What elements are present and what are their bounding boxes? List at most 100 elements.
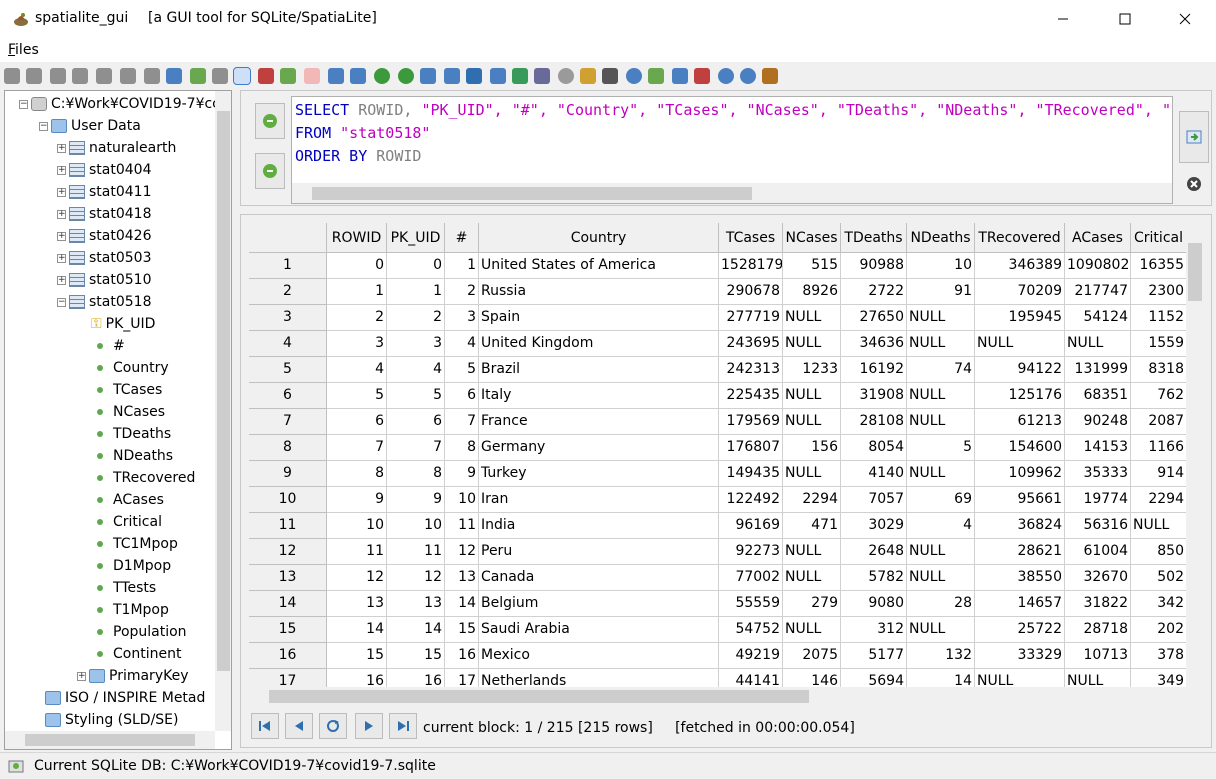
query-history-back-button[interactable] [255, 103, 285, 139]
grid-cell[interactable]: 8318 [1131, 357, 1186, 383]
grid-cell[interactable]: 16355 [1131, 253, 1186, 279]
pdf-icon[interactable] [694, 68, 710, 84]
grid-cell[interactable]: 9080 [841, 591, 907, 617]
grid-cell[interactable]: 346389 [975, 253, 1065, 279]
grid-cell[interactable]: 10713 [1065, 643, 1131, 669]
grid-cell[interactable]: NULL [783, 383, 841, 409]
grid-cell[interactable]: 70209 [975, 279, 1065, 305]
tree-horizontal-scrollbar[interactable] [5, 731, 215, 749]
column-header[interactable]: Critical [1131, 223, 1186, 253]
row-header[interactable]: 6 [249, 383, 327, 409]
export-dbf-icon[interactable] [490, 68, 506, 84]
grid-cell[interactable]: 8054 [841, 435, 907, 461]
grid-cell[interactable]: 2087 [1131, 409, 1186, 435]
grid-cell[interactable]: NULL [907, 539, 975, 565]
grid-cell[interactable]: 5 [327, 383, 387, 409]
grid-cell[interactable]: 1090802 [1065, 253, 1131, 279]
expand-icon[interactable]: + [57, 143, 66, 153]
grid-cell[interactable]: 4 [445, 331, 479, 357]
grid-cell[interactable]: NULL [783, 617, 841, 643]
grid-cell[interactable]: 4 [387, 357, 445, 383]
grid-cell[interactable]: Turkey [479, 461, 719, 487]
grid-cell[interactable]: 290678 [719, 279, 783, 305]
expand-icon[interactable]: + [57, 253, 66, 263]
tree-column-item[interactable]: # [93, 335, 125, 357]
grid-cell[interactable]: 68351 [1065, 383, 1131, 409]
grid-cell[interactable]: 8 [327, 461, 387, 487]
grid-cell[interactable]: Italy [479, 383, 719, 409]
tree-table-stat0404[interactable]: + stat0404 [57, 159, 151, 181]
grid-cell[interactable]: 31822 [1065, 591, 1131, 617]
memory-db-icon[interactable] [72, 68, 88, 84]
grid-cell[interactable]: NULL [907, 383, 975, 409]
grid-cell[interactable]: 55559 [719, 591, 783, 617]
grid-cell[interactable]: United Kingdom [479, 331, 719, 357]
grid-cell[interactable]: 850 [1131, 539, 1186, 565]
grid-cell[interactable]: 10 [387, 513, 445, 539]
tree-primary-key[interactable]: + PrimaryKey [77, 665, 188, 687]
grid-cell[interactable]: Belgium [479, 591, 719, 617]
checker-icon[interactable] [648, 68, 664, 84]
grid-cell[interactable]: 35333 [1065, 461, 1131, 487]
expand-icon[interactable]: + [77, 671, 86, 681]
grid-cell[interactable]: 914 [1131, 461, 1186, 487]
grid-cell[interactable]: 1166 [1131, 435, 1186, 461]
grid-cell[interactable]: 90988 [841, 253, 907, 279]
row-header[interactable]: 8 [249, 435, 327, 461]
tree-table-stat0426[interactable]: + stat0426 [57, 225, 151, 247]
dump-icon[interactable] [534, 68, 550, 84]
grid-cell[interactable]: 1 [387, 279, 445, 305]
grid-cell[interactable]: 3 [327, 331, 387, 357]
grid-cell[interactable]: 14153 [1065, 435, 1131, 461]
virtual-shp-icon[interactable] [212, 68, 228, 84]
grid-cell[interactable]: 95661 [975, 487, 1065, 513]
grid-cell[interactable]: 16192 [841, 357, 907, 383]
grid-vscroll-thumb[interactable] [1188, 243, 1202, 301]
wms-icon[interactable] [626, 68, 642, 84]
grid-cell[interactable]: Saudi Arabia [479, 617, 719, 643]
exit-icon[interactable] [762, 68, 778, 84]
previous-block-button[interactable] [285, 713, 313, 739]
column-header[interactable]: NCases [783, 223, 841, 253]
grid-cell[interactable]: 5782 [841, 565, 907, 591]
grid-cell[interactable]: 132 [907, 643, 975, 669]
next-block-button[interactable] [355, 713, 383, 739]
grid-cell[interactable]: 149435 [719, 461, 783, 487]
sql-hscroll-thumb[interactable] [312, 187, 752, 200]
row-header[interactable]: 13 [249, 565, 327, 591]
grid-cell[interactable]: 25722 [975, 617, 1065, 643]
grid-cell[interactable]: 312 [841, 617, 907, 643]
grid-cell[interactable]: 8 [445, 435, 479, 461]
grid-cell[interactable]: 5 [445, 357, 479, 383]
grid-cell[interactable]: 7 [387, 435, 445, 461]
grid-cell[interactable]: 1 [445, 253, 479, 279]
grid-cell[interactable]: 61004 [1065, 539, 1131, 565]
tree-column-item[interactable]: Continent [93, 643, 181, 665]
sql-editor[interactable]: SELECT ROWID, "PK_UID", "#", "Country", … [291, 96, 1173, 204]
grid-cell[interactable]: 49219 [719, 643, 783, 669]
column-header[interactable]: PK_UID [387, 223, 445, 253]
grid-cell[interactable]: 90248 [1065, 409, 1131, 435]
grid-cell[interactable]: 3029 [841, 513, 907, 539]
grid-cell[interactable]: NULL [783, 565, 841, 591]
tree-vertical-scrollbar[interactable] [215, 91, 231, 731]
grid-cell[interactable]: India [479, 513, 719, 539]
tree-table-stat0510[interactable]: + stat0510 [57, 269, 151, 291]
grid-cell[interactable]: 217747 [1065, 279, 1131, 305]
load-txt-icon[interactable] [328, 68, 344, 84]
tree-hscroll-thumb[interactable] [25, 734, 195, 746]
grid-cell[interactable]: 378 [1131, 643, 1186, 669]
tree-column-item[interactable]: TCases [93, 379, 162, 401]
grid-cell[interactable]: NULL [907, 461, 975, 487]
row-header[interactable]: 5 [249, 357, 327, 383]
grid-cell[interactable]: 515 [783, 253, 841, 279]
grid-cell[interactable]: 92273 [719, 539, 783, 565]
grid-cell[interactable]: 13 [327, 591, 387, 617]
grid-cell[interactable]: 14 [445, 591, 479, 617]
disconnect-icon[interactable] [26, 68, 42, 84]
grid-cell[interactable]: NULL [907, 331, 975, 357]
grid-cell[interactable]: 2648 [841, 539, 907, 565]
grid-cell[interactable]: 56316 [1065, 513, 1131, 539]
bug-icon[interactable] [280, 68, 296, 84]
grid-cell[interactable]: 19774 [1065, 487, 1131, 513]
